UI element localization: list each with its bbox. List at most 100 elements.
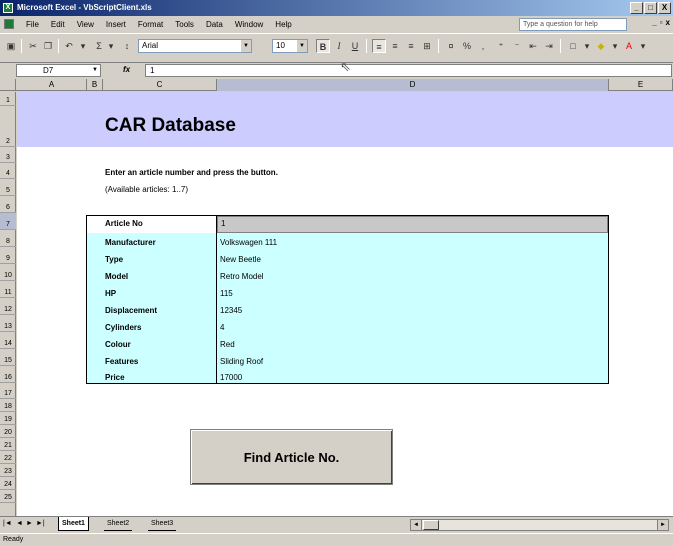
row-header-25[interactable]: 25	[0, 490, 16, 503]
underline-button[interactable]: U	[348, 39, 362, 53]
row-header-2[interactable]: 2	[0, 106, 16, 147]
row-header-17[interactable]: 17	[0, 383, 16, 399]
row-header-11[interactable]: 11	[0, 281, 16, 298]
row-header-20[interactable]: 20	[0, 425, 16, 438]
first-sheet-icon[interactable]: |◄	[3, 520, 12, 527]
row-header-16[interactable]: 16	[0, 366, 16, 383]
save-icon[interactable]: ▣	[4, 39, 18, 53]
column-header-b[interactable]: B	[87, 79, 103, 91]
menu-insert[interactable]: Insert	[100, 19, 132, 30]
insert-function-icon[interactable]: fx	[123, 65, 130, 74]
font-color-icon[interactable]: A	[622, 39, 636, 53]
title-bar[interactable]: X Microsoft Excel - VbScriptClient.xls _…	[0, 0, 673, 16]
field-value[interactable]: 115	[220, 289, 233, 298]
horizontal-scrollbar[interactable]: ◄ ►	[410, 519, 669, 531]
row-header-15[interactable]: 15	[0, 349, 16, 366]
next-sheet-icon[interactable]: ►	[26, 520, 33, 527]
align-center-icon[interactable]: ≡	[388, 39, 402, 53]
align-left-icon[interactable]: ≡	[372, 39, 386, 53]
row-header-10[interactable]: 10	[0, 264, 16, 281]
row-header-13[interactable]: 13	[0, 315, 16, 332]
scroll-right-icon[interactable]: ►	[657, 520, 668, 530]
column-header-c[interactable]: C	[103, 79, 217, 91]
field-value[interactable]: Retro Model	[220, 272, 264, 281]
column-header-e[interactable]: E	[609, 79, 673, 91]
percent-button[interactable]: %	[460, 39, 474, 53]
row-header-22[interactable]: 22	[0, 451, 16, 464]
menu-tools[interactable]: Tools	[169, 19, 200, 30]
tab-sheet3[interactable]: Sheet3	[148, 517, 177, 531]
row-header-18[interactable]: 18	[0, 399, 16, 412]
menu-format[interactable]: Format	[132, 19, 169, 30]
undo-dropdown-icon[interactable]: ▾	[76, 39, 90, 53]
article-number-cell[interactable]: 1	[217, 216, 608, 233]
copy-icon[interactable]: ❐	[41, 39, 55, 53]
excel-app-icon[interactable]: X	[3, 3, 13, 13]
menu-help[interactable]: Help	[269, 19, 297, 30]
article-label-cell[interactable]: Article No	[87, 216, 217, 233]
field-value[interactable]: Sliding Roof	[220, 357, 263, 366]
menu-data[interactable]: Data	[200, 19, 229, 30]
currency-icon[interactable]: ¤	[444, 39, 458, 53]
cut-icon[interactable]: ✂	[26, 39, 40, 53]
field-value[interactable]: 17000	[220, 373, 242, 382]
field-value[interactable]: Volkswagen 111	[220, 238, 277, 247]
chevron-down-icon[interactable]: ▼	[241, 40, 251, 52]
increase-indent-icon[interactable]: ⇥	[542, 39, 556, 53]
field-value[interactable]: 12345	[220, 306, 242, 315]
tab-sheet2[interactable]: Sheet2	[104, 517, 133, 531]
row-header-24[interactable]: 24	[0, 477, 16, 490]
decrease-indent-icon[interactable]: ⇤	[526, 39, 540, 53]
previous-sheet-icon[interactable]: ◄	[16, 520, 23, 527]
select-all-corner[interactable]	[0, 79, 16, 91]
field-value[interactable]: 4	[220, 323, 224, 332]
column-header-d[interactable]: D	[217, 79, 609, 91]
last-sheet-icon[interactable]: ►|	[36, 520, 45, 527]
italic-button[interactable]: I	[332, 39, 346, 53]
borders-icon[interactable]: □	[566, 39, 580, 53]
row-header-1[interactable]: 1	[0, 92, 16, 106]
row-header-3[interactable]: 3	[0, 147, 16, 163]
autosum-dropdown-icon[interactable]: ▾	[104, 39, 118, 53]
workbook-minimize-button[interactable]: _	[652, 18, 656, 27]
chevron-down-icon[interactable]: ▼	[90, 65, 100, 76]
merge-center-icon[interactable]: ⊞	[420, 39, 434, 53]
field-value[interactable]: New Beetle	[220, 255, 261, 264]
sort-ascending-icon[interactable]: ↕	[120, 39, 134, 53]
chevron-down-icon[interactable]: ▼	[297, 40, 307, 52]
help-search-input[interactable]: Type a question for help	[519, 18, 627, 31]
workbook-restore-button[interactable]: ▫	[660, 18, 663, 27]
minimize-button[interactable]: _	[630, 2, 643, 14]
borders-dropdown-icon[interactable]: ▾	[580, 39, 594, 53]
row-header-8[interactable]: 8	[0, 230, 16, 247]
row-header-6[interactable]: 6	[0, 196, 16, 213]
menu-view[interactable]: View	[71, 19, 100, 30]
tab-sheet1[interactable]: Sheet1	[58, 517, 89, 531]
bold-button[interactable]: B	[316, 39, 330, 53]
menu-file[interactable]: File	[20, 19, 45, 30]
increase-decimal-icon[interactable]: ⁺	[494, 39, 508, 53]
scroll-left-icon[interactable]: ◄	[411, 520, 422, 530]
formula-input[interactable]: 1	[145, 64, 672, 77]
close-button[interactable]: X	[658, 2, 671, 14]
font-color-dropdown-icon[interactable]: ▾	[636, 39, 650, 53]
workbook-close-button[interactable]: x	[666, 18, 670, 27]
field-value[interactable]: Red	[220, 340, 235, 349]
maximize-button[interactable]: □	[644, 2, 657, 14]
comma-button[interactable]: ,	[476, 39, 490, 53]
row-header-4[interactable]: 4	[0, 163, 16, 179]
row-header-19[interactable]: 19	[0, 412, 16, 425]
font-name-select[interactable]: Arial ▼	[138, 39, 252, 53]
undo-icon[interactable]: ↶	[62, 39, 76, 53]
row-header-9[interactable]: 9	[0, 247, 16, 264]
row-header-7[interactable]: 7	[0, 213, 16, 230]
worksheet-grid[interactable]: CAR Database Enter an article number and…	[17, 92, 673, 516]
menu-edit[interactable]: Edit	[45, 19, 71, 30]
align-right-icon[interactable]: ≡	[404, 39, 418, 53]
row-header-5[interactable]: 5	[0, 179, 16, 196]
column-header-a[interactable]: A	[17, 79, 87, 91]
scrollbar-thumb[interactable]	[423, 520, 439, 530]
row-header-12[interactable]: 12	[0, 298, 16, 315]
row-header-23[interactable]: 23	[0, 464, 16, 477]
find-article-button[interactable]: Find Article No.	[190, 429, 393, 485]
